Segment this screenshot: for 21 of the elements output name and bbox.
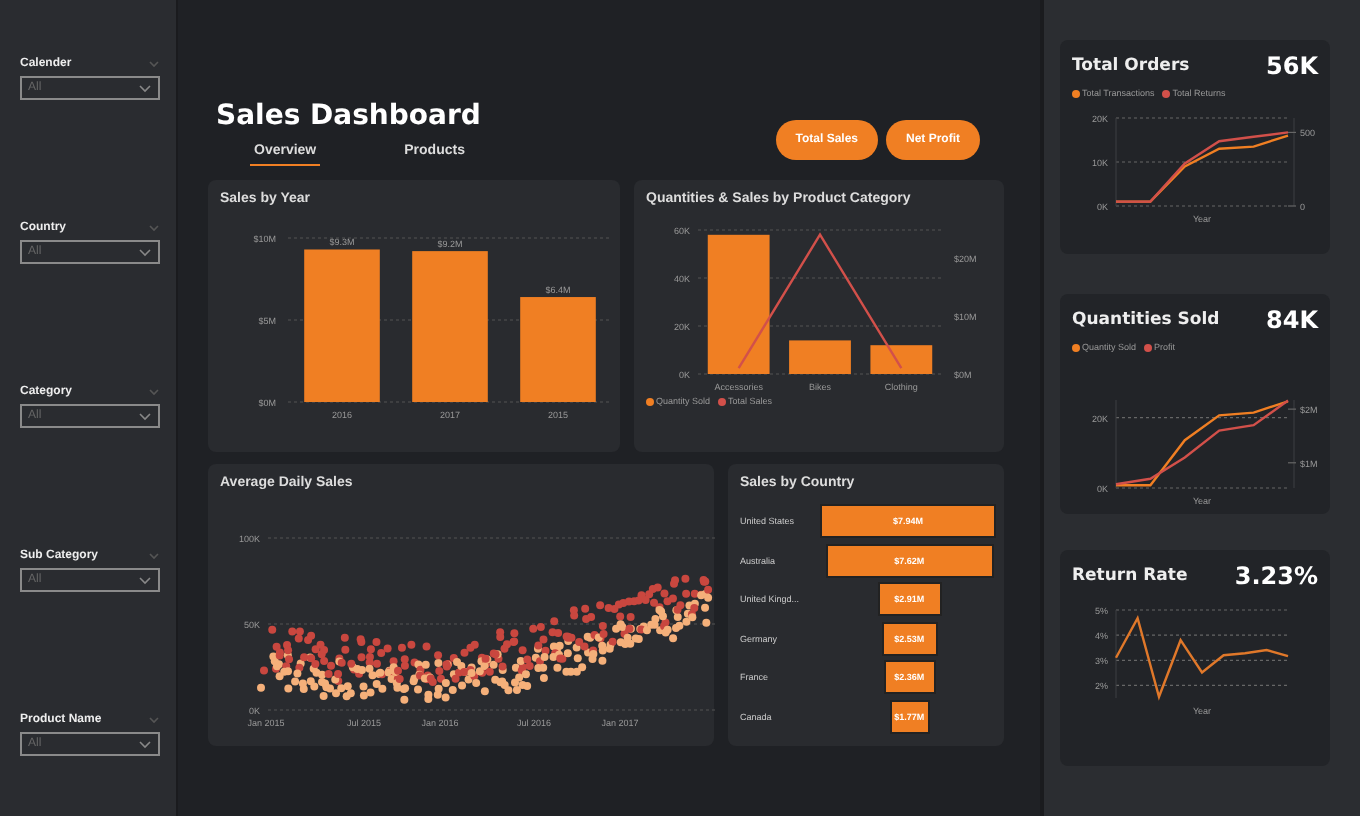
chevron-icon [138,411,152,421]
chevron-icon [138,247,152,257]
chevron-icon [138,739,152,749]
bar [707,234,770,374]
dashboard-title: Sales Dashboard [216,98,483,136]
kpi-value: 84K [1266,306,1318,334]
chevron-icon [148,223,160,231]
chevron-icon [138,575,152,585]
kpi-title: Return Rate [1072,566,1188,586]
chevron-icon [148,551,160,559]
chevron-icon [148,715,160,723]
bar [870,345,933,374]
kpi-value: 3.23% [1234,562,1318,590]
kpi-value: 56K [1266,52,1318,80]
kpi-title: Total Orders [1072,56,1190,76]
chevron-icon [148,387,160,395]
bar [520,297,596,402]
kpi-title: Quantities Sold [1072,310,1220,330]
chevron-icon [138,83,152,93]
bar [789,340,851,374]
chevron-icon [148,59,160,67]
